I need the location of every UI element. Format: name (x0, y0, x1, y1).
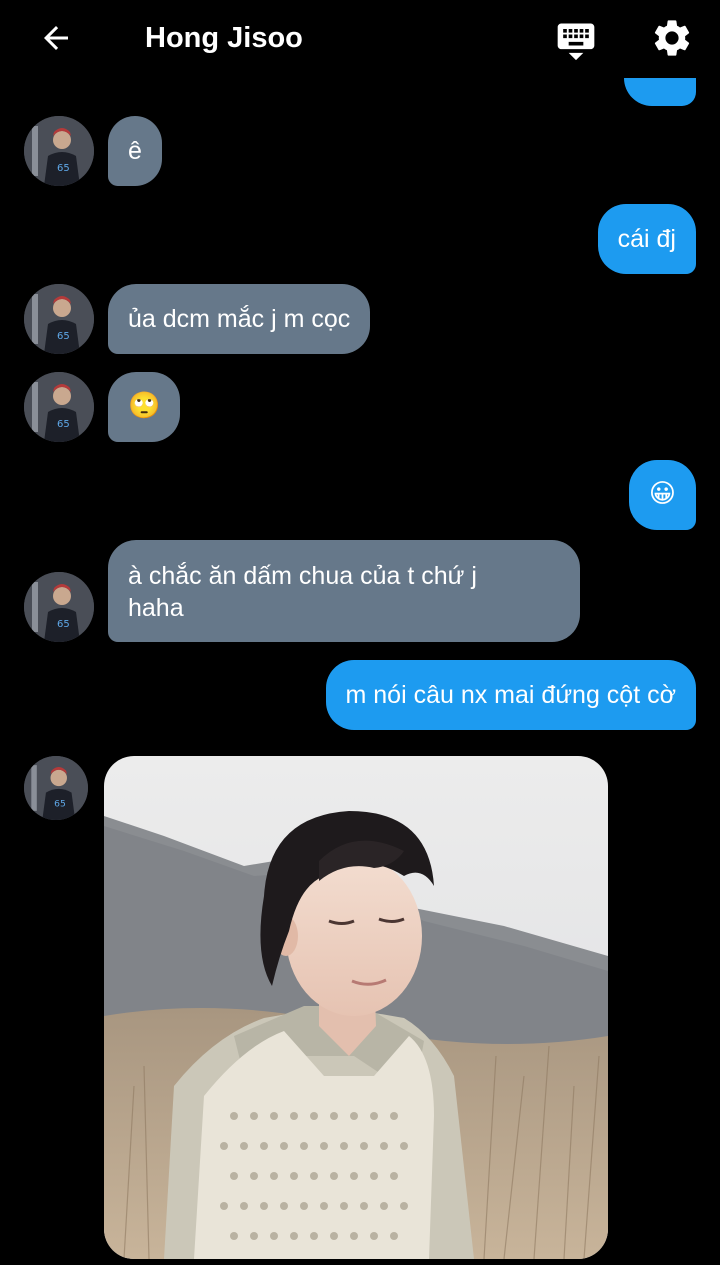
svg-text:65: 65 (57, 619, 70, 630)
person-avatar-icon: 65 (24, 756, 88, 820)
svg-text:65: 65 (57, 163, 70, 174)
message-text: m nói câu nx mai đứng cột cờ (345, 681, 677, 709)
conversation-title: Hong Jisoo (145, 22, 303, 54)
gear-icon (654, 20, 690, 56)
person-avatar-icon: 65 (24, 284, 94, 354)
person-avatar-icon: 65 (24, 372, 94, 442)
message-bubble-incoming[interactable]: à chắc ăn dấm chua của t chứ j haha (108, 540, 580, 642)
keyboard-button[interactable] (552, 16, 600, 64)
keyboard-icon (557, 23, 595, 61)
svg-text:65: 65 (57, 419, 70, 430)
message-text-line: à chắc ăn dấm chua của t chứ j (128, 562, 477, 590)
contact-avatar[interactable]: 65 (24, 372, 94, 442)
message-text-line: haha (128, 594, 184, 622)
contact-avatar[interactable]: 65 (24, 284, 94, 354)
message-bubble-incoming[interactable]: ê (108, 116, 162, 186)
message-bubble-outgoing[interactable]: m nói câu nx mai đứng cột cờ (325, 660, 696, 730)
grinning-face-emoji: 😀 (648, 479, 676, 509)
image-message[interactable] (104, 756, 608, 1259)
chat-header: Hong Jisoo (0, 0, 720, 78)
person-avatar-icon: 65 (24, 116, 94, 186)
svg-text:65: 65 (54, 799, 66, 809)
contact-avatar[interactable]: 65 (24, 572, 94, 642)
message-text: ủa dcm mắc j m cọc (128, 305, 351, 333)
person-avatar-icon: 65 (24, 572, 94, 642)
photo-of-person-in-field (104, 756, 608, 1259)
eye-roll-emoji: 🙄 (128, 391, 161, 421)
chat-screen: Hong Jisoo 65 ê cái đj 65 ủa dcm mắc j m… (0, 0, 720, 1265)
arrow-left-icon (44, 26, 68, 50)
svg-text:65: 65 (57, 331, 70, 342)
message-bubble-outgoing[interactable]: cái đj (597, 204, 696, 274)
settings-button[interactable] (648, 14, 696, 62)
contact-avatar[interactable]: 65 (24, 756, 88, 820)
back-button[interactable] (32, 16, 80, 60)
message-text: ê (128, 137, 142, 165)
message-bubble-incoming[interactable]: ủa dcm mắc j m cọc (108, 284, 371, 354)
message-text: cái đj (617, 225, 676, 253)
contact-avatar[interactable]: 65 (24, 116, 94, 186)
message-bubble-outgoing[interactable]: 😀 (628, 460, 696, 530)
message-bubble-incoming[interactable]: 🙄 (108, 372, 181, 442)
